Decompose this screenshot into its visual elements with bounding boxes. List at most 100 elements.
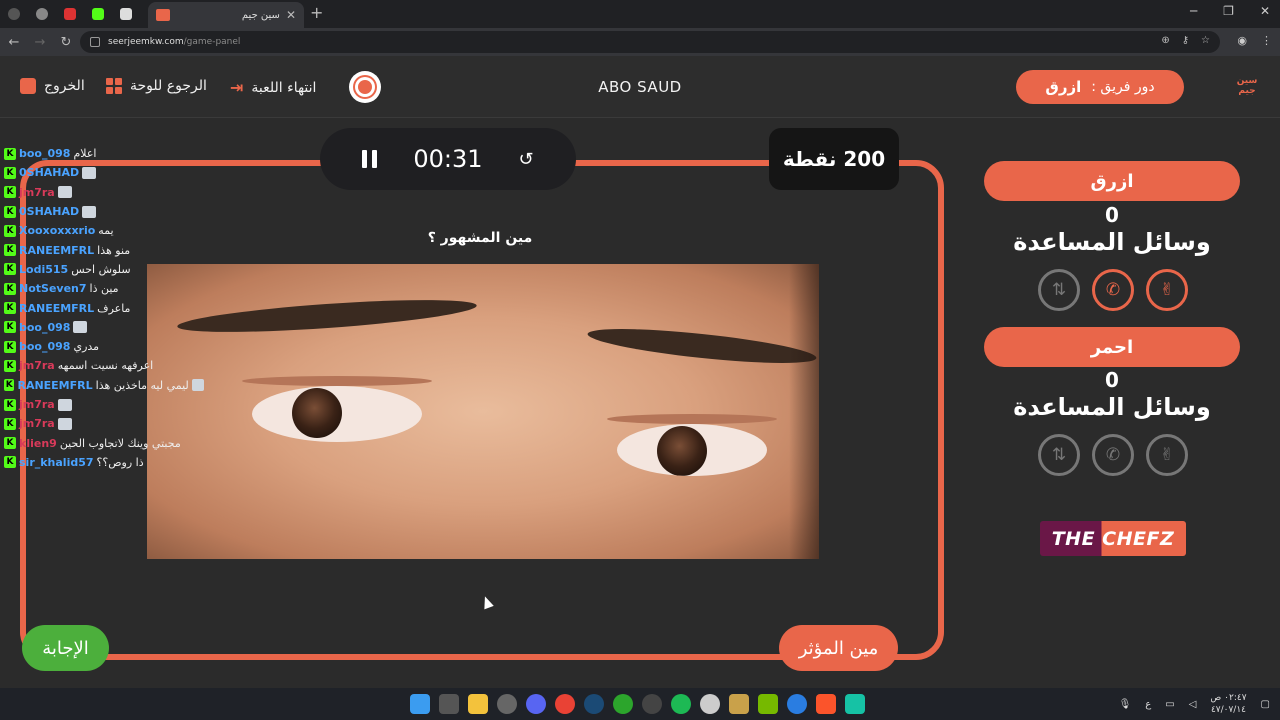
xbox-icon[interactable] <box>613 694 633 714</box>
spotify-icon[interactable] <box>671 694 691 714</box>
pinned-tab[interactable] <box>56 0 84 28</box>
url-host: seerjeemkw.com <box>108 37 184 47</box>
restore-icon[interactable]: ❐ <box>1223 4 1234 18</box>
end-game-button[interactable]: ⇥ انتهاء اللعبة <box>230 78 316 97</box>
browser-menu-icon[interactable]: ⋮ <box>1261 34 1272 47</box>
chat-username[interactable]: klien9 <box>19 437 57 450</box>
chat-username[interactable]: boo_098 <box>19 147 70 160</box>
tab-search-button[interactable] <box>0 0 28 28</box>
kick-badge-icon: K <box>4 147 16 160</box>
chat-username[interactable]: RANEEMFRL <box>19 244 94 257</box>
close-tab-icon[interactable]: ✕ <box>286 8 296 22</box>
brave-icon[interactable] <box>816 694 836 714</box>
peace-hand-icon[interactable]: ✌ <box>1146 434 1188 476</box>
mic-icon[interactable]: 🎙 <box>1119 699 1132 710</box>
chat-message: Ksir_khalid57 ذا روص؟؟ <box>4 453 204 472</box>
audio-app-icon[interactable] <box>845 694 865 714</box>
kick-badge-icon: K <box>4 186 16 199</box>
volume-icon[interactable]: ◁ <box>1189 699 1197 710</box>
bookmark-star-icon[interactable]: ☆ <box>1201 35 1210 46</box>
back-icon[interactable]: ← <box>2 35 26 50</box>
team-blue-lifelines: ⇅ ✆ ✌ <box>1038 269 1188 311</box>
timer-bar: 00:31 ↺ <box>320 128 576 190</box>
network-icon[interactable]: ▭ <box>1165 699 1174 710</box>
nvidia-icon[interactable] <box>758 694 778 714</box>
kick-badge-icon: K <box>4 321 16 334</box>
url-field[interactable]: seerjeemkw.com/game-panel ⊕ ⚷ ☆ <box>80 31 1220 53</box>
exit-button[interactable]: الخروج <box>20 78 85 94</box>
pinned-tab[interactable] <box>28 0 56 28</box>
chat-username[interactable]: 0SHAHAD <box>19 205 79 218</box>
phone-icon[interactable]: ✆ <box>1092 434 1134 476</box>
kick-badge-icon: K <box>4 224 16 237</box>
password-key-icon[interactable]: ⚷ <box>1182 35 1189 46</box>
new-tab-button[interactable]: + <box>310 3 323 22</box>
chat-username[interactable]: NotSeven7 <box>19 282 87 295</box>
site-logo[interactable]: سين جيم <box>1234 76 1260 98</box>
team-red-name: احمر <box>984 327 1240 367</box>
kick-badge-icon: K <box>4 302 16 315</box>
active-tab[interactable]: سين جيم ✕ <box>148 2 304 28</box>
turn-label: دور فريق : <box>1091 79 1155 95</box>
chat-username[interactable]: Xooxoxxxrio <box>19 224 95 237</box>
swap-icon[interactable]: ⇅ <box>1038 269 1080 311</box>
sponsor-logo: THE CHEFZ <box>1040 521 1186 556</box>
zoom-icon[interactable]: ⊕ <box>1161 35 1169 46</box>
discord-icon[interactable] <box>526 694 546 714</box>
chat-username[interactable]: 0SHAHAD <box>19 166 79 179</box>
pinned-tab[interactable] <box>112 0 140 28</box>
answer-button[interactable]: الإجابة <box>22 625 109 671</box>
keyboard-language[interactable]: ع <box>1145 699 1151 710</box>
chrome-icon[interactable] <box>555 694 575 714</box>
swap-icon[interactable]: ⇅ <box>1038 434 1080 476</box>
team-blue-name: ازرق <box>984 161 1240 201</box>
chat-username[interactable]: RANEEMFRL <box>19 302 94 315</box>
steam-icon[interactable] <box>584 694 604 714</box>
chat-text: ليمي ليه ماخذين هذا <box>95 378 189 392</box>
app-icon[interactable] <box>497 694 517 714</box>
pause-icon[interactable] <box>362 150 378 168</box>
start-menu-icon[interactable] <box>410 694 430 714</box>
file-explorer-icon[interactable] <box>468 694 488 714</box>
team-blue-score: 0 <box>1105 203 1119 227</box>
kick-badge-icon: K <box>4 359 16 372</box>
chat-username[interactable]: jm7ra <box>19 186 55 199</box>
ccleaner-icon[interactable] <box>700 694 720 714</box>
minimize-icon[interactable]: ─ <box>1190 4 1197 18</box>
app-icon[interactable] <box>729 694 749 714</box>
profile-icon[interactable]: ◉ <box>1237 34 1247 47</box>
address-bar-row: ← → ↻ seerjeemkw.com/game-panel ⊕ ⚷ ☆ ◉ … <box>0 28 1280 56</box>
team-blue-aids-label: وسائل المساعدة <box>1013 228 1211 256</box>
pinned-tab[interactable] <box>84 0 112 28</box>
chat-username[interactable]: jm7ra <box>19 359 55 372</box>
chat-message: Kboo_098 <box>4 318 204 337</box>
close-window-icon[interactable]: ✕ <box>1260 4 1270 18</box>
chat-username[interactable]: sir_khalid57 <box>19 456 94 469</box>
chat-username[interactable]: boo_098 <box>19 321 70 334</box>
reset-timer-icon[interactable]: ↺ <box>519 149 534 170</box>
end-game-label: انتهاء اللعبة <box>251 79 317 96</box>
chat-username[interactable]: jm7ra <box>19 417 55 430</box>
chat-text: ماعرف <box>97 301 131 315</box>
browser-tab-bar: سين جيم ✕ + ─ ❐ ✕ <box>0 0 1280 28</box>
edge-icon[interactable] <box>787 694 807 714</box>
back-to-board-button[interactable]: الرجوع للوحة <box>106 78 207 94</box>
chat-username[interactable]: jm7ra <box>19 398 55 411</box>
chat-username[interactable]: Lodi515 <box>19 263 68 276</box>
chat-username[interactable]: boo_098 <box>19 340 70 353</box>
notifications-icon[interactable]: ▢ <box>1261 699 1270 710</box>
system-clock[interactable]: ٠٢:٤٧ ص ٤٧/٠٧/١٤ <box>1210 692 1246 716</box>
site-info-icon[interactable] <box>90 37 100 47</box>
chat-username[interactable]: RANEEMFRL <box>17 379 92 392</box>
reload-icon[interactable]: ↻ <box>54 35 78 50</box>
chat-text: اعلام <box>73 147 97 161</box>
phone-icon[interactable]: ✆ <box>1092 269 1134 311</box>
store-icon[interactable] <box>439 694 459 714</box>
peace-hand-icon[interactable]: ✌ <box>1146 269 1188 311</box>
forward-icon[interactable]: → <box>28 35 52 50</box>
app-icon[interactable] <box>642 694 662 714</box>
theme-sun-icon[interactable] <box>349 71 381 103</box>
chat-emote-icon <box>57 186 72 199</box>
kick-badge-icon: K <box>4 417 16 430</box>
kick-badge-icon: K <box>4 379 15 392</box>
